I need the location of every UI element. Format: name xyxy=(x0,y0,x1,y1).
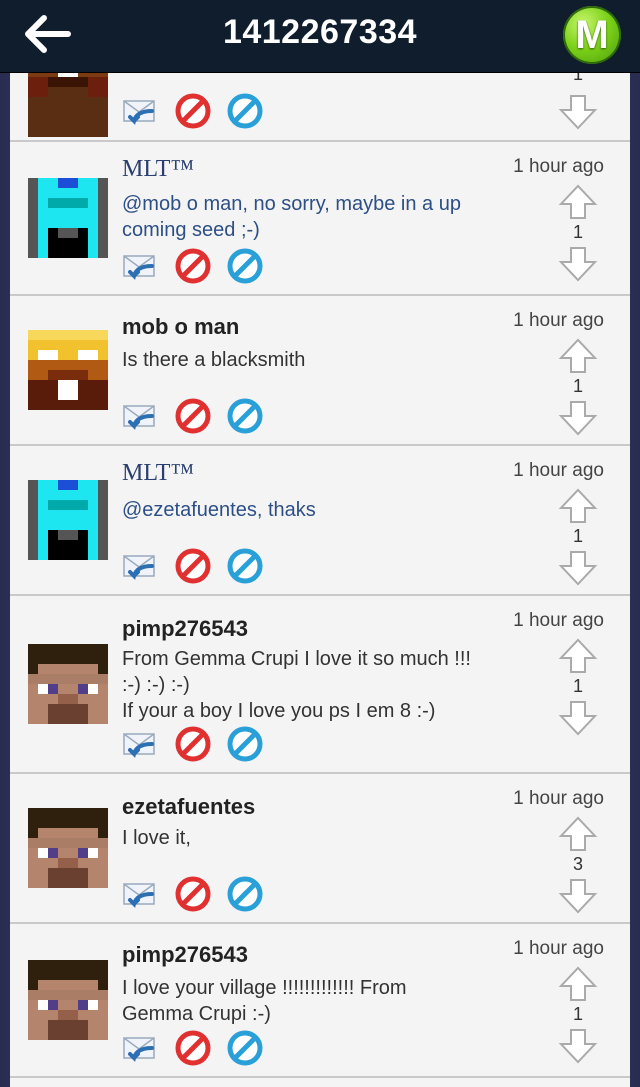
page-title: 1412267334 xyxy=(222,13,418,51)
comment-author[interactable]: pimp276543 xyxy=(122,942,248,968)
downvote-arrow-icon[interactable] xyxy=(558,550,598,586)
report-icon[interactable] xyxy=(227,248,263,284)
vote-score: 3 xyxy=(572,854,583,874)
gold-mob-avatar xyxy=(28,330,108,410)
block-icon[interactable] xyxy=(175,398,211,434)
comment-text: @ezetafuentes, thaks xyxy=(122,499,316,521)
downvote-arrow-icon[interactable] xyxy=(558,246,598,282)
report-icon[interactable] xyxy=(227,548,263,584)
upvote-arrow-icon[interactable] xyxy=(558,184,598,220)
top-bar: 1412267334 M xyxy=(0,0,640,73)
steve-avatar xyxy=(28,960,108,1040)
steve-avatar xyxy=(28,808,108,888)
downvote-arrow-icon[interactable] xyxy=(558,400,598,436)
list-item: MLT™ 1 hour ago @mob o man, no sorry, ma… xyxy=(10,142,630,296)
list-item: pimp276543 1 hour ago From Gemma Crupi I… xyxy=(10,596,630,774)
comment-author[interactable]: ezetafuentes xyxy=(122,794,255,820)
block-icon[interactable] xyxy=(175,726,211,762)
vote-score: 1 xyxy=(572,72,583,84)
report-icon[interactable] xyxy=(227,1030,263,1066)
list-item: MLT™ 1 hour ago @ezetafuentes, thaks 1 xyxy=(10,446,630,596)
reply-icon[interactable] xyxy=(122,726,158,762)
vote-score: 1 xyxy=(572,526,583,546)
reply-icon[interactable] xyxy=(122,1030,158,1066)
vote-score: 1 xyxy=(572,676,583,696)
reply-icon[interactable] xyxy=(122,248,158,284)
comment-text: Is there a blacksmith xyxy=(122,349,306,371)
comment-timestamp: 1 hour ago xyxy=(513,788,604,809)
reply-icon[interactable] xyxy=(122,548,158,584)
app-logo[interactable]: M xyxy=(563,6,621,64)
comment-author[interactable]: MLT™ xyxy=(122,156,194,183)
block-icon[interactable] xyxy=(175,1030,211,1066)
list-item-partial: 1 xyxy=(10,72,630,142)
comment-timestamp: 1 hour ago xyxy=(513,610,604,631)
upvote-arrow-icon[interactable] xyxy=(558,638,598,674)
downvote-arrow-icon[interactable] xyxy=(558,700,598,736)
comment-text: @mob o man, no sorry, maybe in a up comi… xyxy=(122,193,461,241)
reply-icon[interactable] xyxy=(122,93,158,129)
vote-score: 1 xyxy=(572,1004,583,1024)
comment-author[interactable]: MLT™ xyxy=(122,460,194,487)
vote-score: 1 xyxy=(572,222,583,242)
comment-text: From Gemma Crupi I love it so much !!! :… xyxy=(122,648,471,722)
reply-icon[interactable] xyxy=(122,876,158,912)
block-icon[interactable] xyxy=(175,248,211,284)
upvote-arrow-icon[interactable] xyxy=(558,488,598,524)
upvote-arrow-icon[interactable] xyxy=(558,816,598,852)
report-icon[interactable] xyxy=(227,93,263,129)
comment-list: 1 MLT™ 1 hour ago @mob o man, no sorry, … xyxy=(10,72,630,1087)
report-icon[interactable] xyxy=(227,876,263,912)
diamond-armor-avatar xyxy=(28,178,108,258)
comment-timestamp: 1 hour ago xyxy=(513,938,604,959)
block-icon[interactable] xyxy=(175,548,211,584)
comment-text: I love your village !!!!!!!!!!!!! From G… xyxy=(122,977,407,1025)
list-item: mob o man 1 hour ago Is there a blacksmi… xyxy=(10,296,630,446)
upvote-arrow-icon[interactable] xyxy=(558,966,598,1002)
gold-mob-avatar xyxy=(28,72,108,137)
list-item: pimp276543 1 hour ago I love your villag… xyxy=(10,924,630,1078)
list-item: ezetafuentes 1 hour ago I love it, 3 xyxy=(10,774,630,924)
comment-text: I love it, xyxy=(122,827,191,849)
comment-timestamp: 1 hour ago xyxy=(513,310,604,331)
comment-timestamp: 1 hour ago xyxy=(513,156,604,177)
report-icon[interactable] xyxy=(227,398,263,434)
steve-avatar xyxy=(28,644,108,724)
comment-timestamp: 1 hour ago xyxy=(513,460,604,481)
comment-author[interactable]: pimp276543 xyxy=(122,616,248,642)
downvote-arrow-icon[interactable] xyxy=(558,94,598,130)
block-icon[interactable] xyxy=(175,93,211,129)
report-icon[interactable] xyxy=(227,726,263,762)
downvote-arrow-icon[interactable] xyxy=(558,1028,598,1064)
diamond-armor-avatar xyxy=(28,480,108,560)
comment-author[interactable]: mob o man xyxy=(122,314,239,340)
reply-icon[interactable] xyxy=(122,398,158,434)
upvote-arrow-icon[interactable] xyxy=(558,338,598,374)
vote-score: 1 xyxy=(572,376,583,396)
block-icon[interactable] xyxy=(175,876,211,912)
downvote-arrow-icon[interactable] xyxy=(558,878,598,914)
